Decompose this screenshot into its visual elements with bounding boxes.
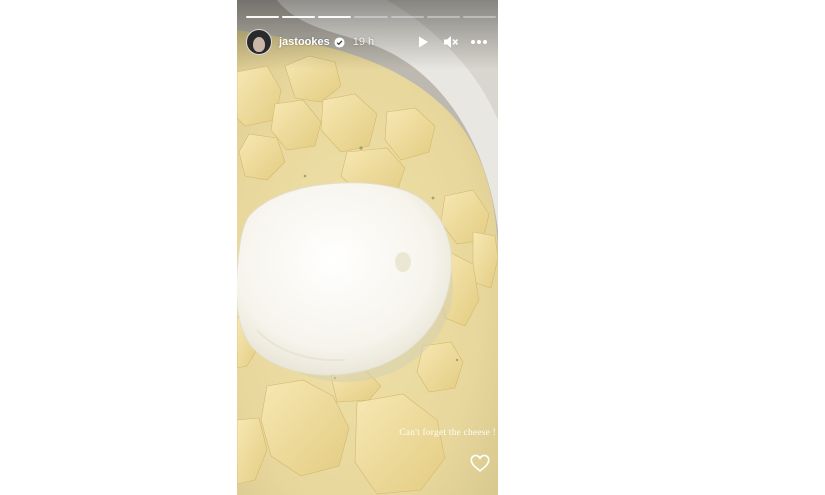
progress-segment xyxy=(354,16,388,18)
play-icon xyxy=(419,36,428,48)
like-button[interactable] xyxy=(469,452,491,474)
play-button[interactable] xyxy=(412,31,434,53)
progress-segment xyxy=(426,16,460,18)
progress-segment xyxy=(462,16,496,18)
story-header: jastookes 19 h xyxy=(246,27,490,57)
story-caption: Can't forget the cheese ! xyxy=(399,428,496,438)
progress-segment xyxy=(390,16,424,18)
progress-segment xyxy=(318,16,352,18)
username[interactable]: jastookes xyxy=(279,36,330,48)
story-viewer[interactable]: jastookes 19 h Can't forget the cheese ! xyxy=(237,0,498,495)
story-photo xyxy=(237,0,498,495)
progress-segment xyxy=(282,16,316,18)
more-options-icon xyxy=(471,40,487,44)
muted-speaker-icon xyxy=(444,36,459,48)
mute-button[interactable] xyxy=(440,31,462,53)
story-progress-bar xyxy=(246,16,496,18)
avatar[interactable] xyxy=(246,29,272,55)
post-time: 19 h xyxy=(352,36,375,48)
heart-outline-icon xyxy=(470,454,490,472)
verified-badge-icon xyxy=(334,36,345,48)
progress-segment xyxy=(246,16,280,18)
more-options-button[interactable] xyxy=(468,31,490,53)
